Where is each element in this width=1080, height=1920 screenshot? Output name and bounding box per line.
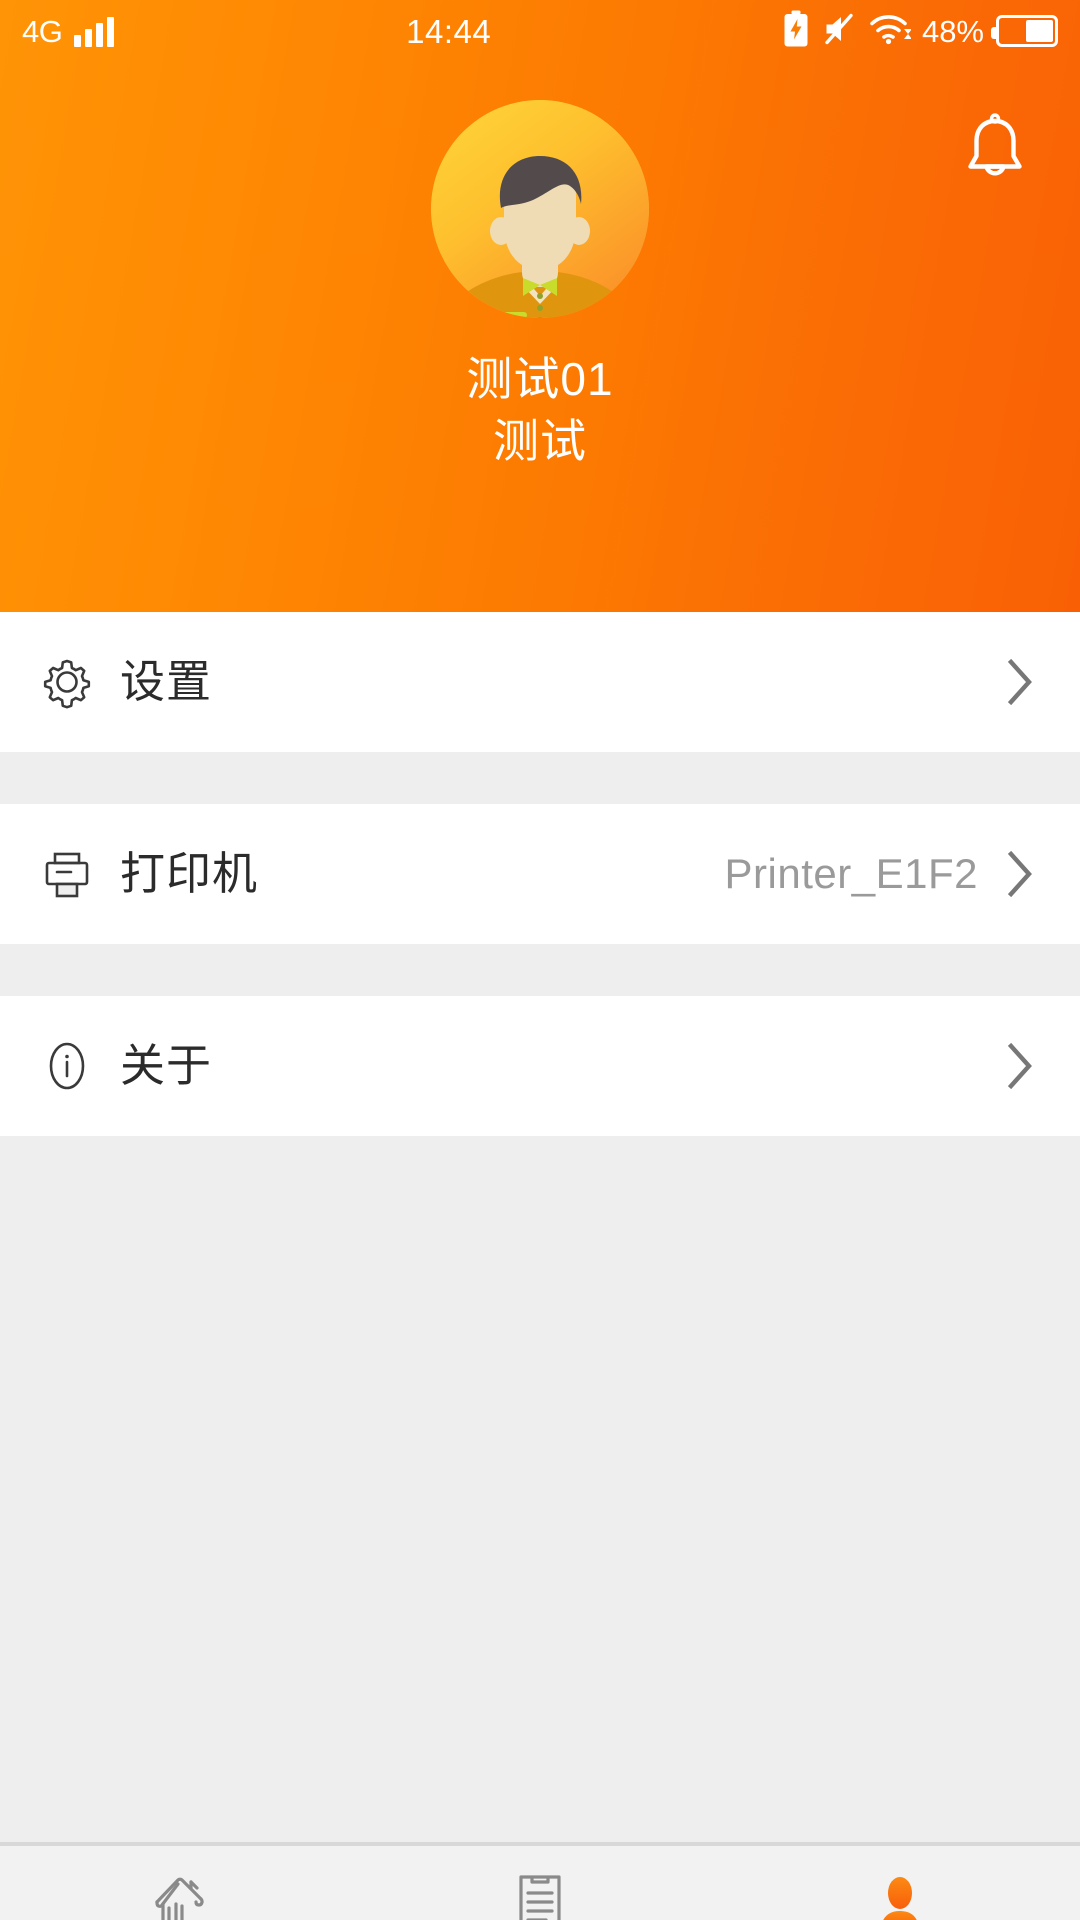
printer-icon [38,845,96,903]
mute-icon [822,12,856,51]
status-bar-right: 48% [783,10,1058,53]
list-item-about[interactable]: 关于 [0,996,1080,1136]
list-divider-gap [0,944,1080,996]
chevron-right-icon [1000,848,1040,900]
wifi-icon [869,12,912,51]
status-bar-clock: 14:44 [406,12,492,50]
gear-icon [38,653,96,711]
list-item-printer[interactable]: 打印机 Printer_E1F2 [0,804,1080,944]
signal-strength-icon [74,16,115,47]
app-root: 4G 14:44 48% 测试01 测试 设置 打印机 Printer_E1F2… [0,0,1080,1920]
document-icon [513,1873,567,1920]
status-bar: 4G 14:44 48% [0,0,1080,62]
list-divider-gap [0,752,1080,804]
list-item-label: 关于 [120,1040,213,1091]
person-icon [873,1873,927,1920]
battery-percent-label: 48% [921,13,984,49]
avatar[interactable] [431,100,649,318]
tab-mine[interactable]: 我的 [720,1846,1080,1920]
chevron-right-icon [1000,656,1040,708]
profile-user-name: 测试01 [466,353,614,405]
profile-user-subtitle: 测试 [493,415,587,467]
bottom-tab-bar: 首页 订单 [0,1842,1080,1920]
tab-home[interactable]: 首页 [0,1846,360,1920]
chevron-right-icon [1000,1040,1040,1092]
network-type-label: 4G [22,13,63,49]
charging-battery-icon [783,10,809,53]
printer-value: Printer_E1F2 [724,850,978,897]
status-bar-left: 4G [22,13,115,49]
settings-list: 设置 打印机 Printer_E1F2 关于 [0,612,1080,1842]
info-icon [38,1037,96,1095]
list-item-settings[interactable]: 设置 [0,612,1080,752]
battery-icon [991,15,1058,47]
profile-block: 测试01 测试 [0,100,1080,470]
tab-orders[interactable]: 订单 [360,1846,720,1920]
user-avatar-icon [431,100,649,318]
list-item-label: 设置 [120,656,213,707]
profile-header: 4G 14:44 48% 测试01 测试 [0,0,1080,612]
empty-content-area [0,1136,1080,1842]
list-item-label: 打印机 [120,848,259,899]
home-icon [149,1873,211,1920]
